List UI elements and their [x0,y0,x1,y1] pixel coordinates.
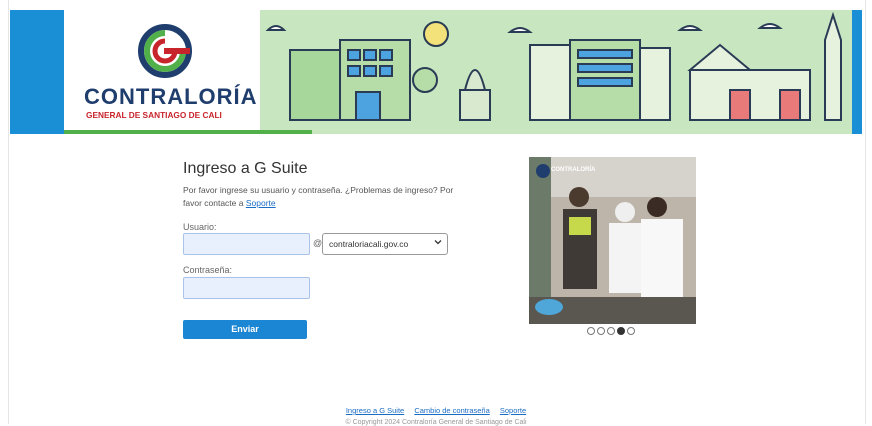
submit-button[interactable]: Enviar [183,320,307,339]
carousel-dots [587,327,635,335]
banner-accent-line [64,130,312,134]
contraloria-logo-icon [138,24,192,78]
page-title: Ingreso a G Suite [183,160,308,177]
banner-right-stripe [852,10,862,134]
carousel-dot[interactable] [597,327,605,335]
domain-selected-value: contraloriacali.gov.co [329,239,409,249]
support-link[interactable]: Soporte [246,198,276,208]
at-sign: @ [313,238,323,248]
carousel-photo: CONTRALORÍA [529,157,696,324]
logo: CONTRALORÍA GENERAL DE SANTIAGO DE CALI [64,10,260,134]
domain-select[interactable]: contraloriacali.gov.co [322,233,448,255]
footer-link-gsuite[interactable]: Ingreso a G Suite [346,406,404,415]
header-banner: CONTRALORÍA GENERAL DE SANTIAGO DE CALI [10,10,862,134]
carousel-dot[interactable] [627,327,635,335]
carousel-dot-active[interactable] [617,327,625,335]
photo-caption: CONTRALORÍA [551,167,596,173]
copyright: © Copyright 2024 Contraloría General de … [345,419,527,426]
intro-text: Por favor ingrese su usuario y contraseñ… [183,184,473,210]
password-input[interactable] [183,277,310,299]
banner-left-stripe [10,10,64,134]
carousel-dot[interactable] [587,327,595,335]
carousel-dot[interactable] [607,327,615,335]
intro-message: Por favor ingrese su usuario y contraseñ… [183,185,454,208]
logo-name: CONTRALORÍA [84,84,258,109]
chevron-down-icon [434,240,442,245]
city-illustration [265,11,842,121]
staff-photo-image [529,157,696,324]
footer-links: Ingreso a G Suite Cambio de contraseña S… [0,406,872,415]
footer-link-support[interactable]: Soporte [500,406,526,415]
footer-link-password-change[interactable]: Cambio de contraseña [414,406,489,415]
username-label: Usuario: [183,222,217,232]
password-label: Contraseña: [183,265,233,275]
logo-subtitle: GENERAL DE SANTIAGO DE CALI [86,110,222,120]
username-input[interactable] [183,233,310,255]
